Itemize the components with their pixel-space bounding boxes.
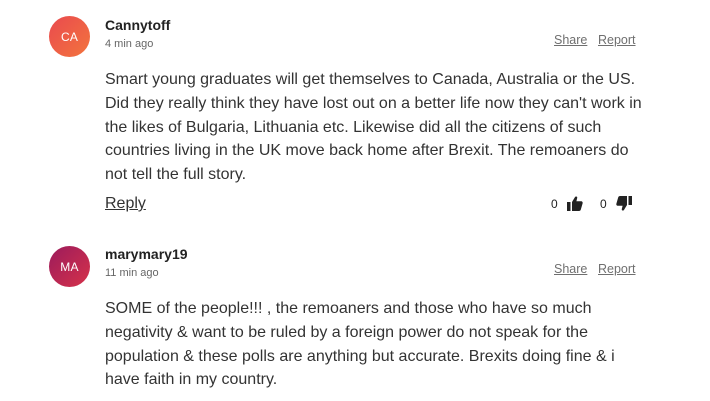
thumbs-down-icon <box>615 196 632 211</box>
comment-timestamp: 11 min ago <box>105 267 159 279</box>
share-button[interactable]: Share <box>554 33 587 47</box>
dislike-button[interactable]: 0 <box>600 196 632 211</box>
avatar: MA <box>49 246 90 287</box>
report-button[interactable]: Report <box>598 262 636 276</box>
like-button[interactable]: 0 <box>551 196 583 211</box>
thumbs-up-icon <box>566 196 583 211</box>
comment-timestamp: 4 min ago <box>105 38 154 50</box>
comment-username[interactable]: marymary19 <box>105 246 188 262</box>
share-button[interactable]: Share <box>554 262 587 276</box>
avatar: CA <box>49 16 90 57</box>
comment-body: SOME of the people!!! , the remoaners an… <box>105 300 615 389</box>
report-button[interactable]: Report <box>598 33 636 47</box>
comment-username[interactable]: Cannytoff <box>105 17 170 33</box>
dislike-count: 0 <box>600 196 607 211</box>
comment-body: Smart young graduates will get themselve… <box>105 71 642 184</box>
reply-button[interactable]: Reply <box>105 195 146 213</box>
like-count: 0 <box>551 196 558 211</box>
